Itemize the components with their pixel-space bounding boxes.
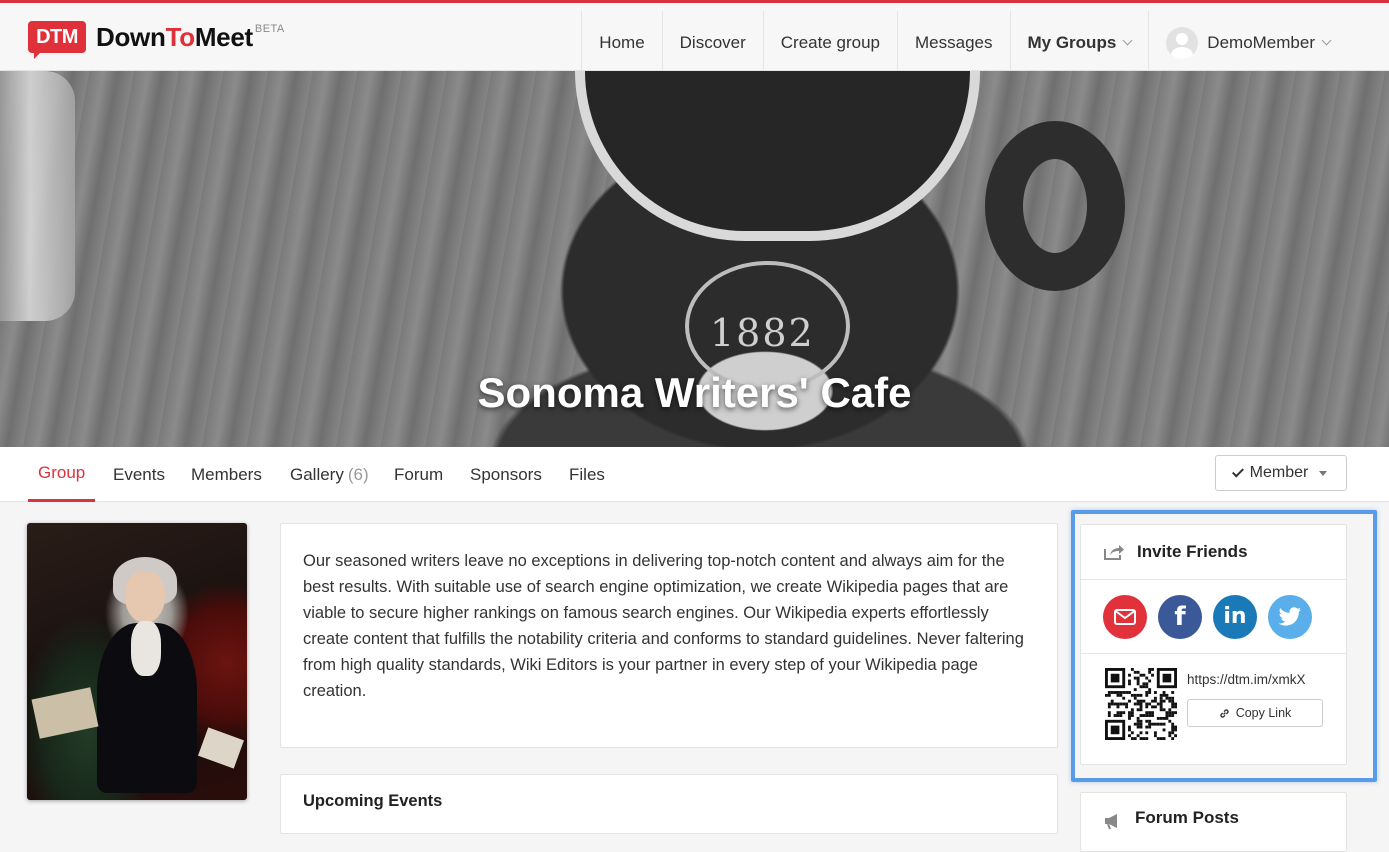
copy-link-button[interactable]: Copy Link (1187, 699, 1323, 727)
site-logo[interactable]: DTM DownToMeet BETA (28, 21, 285, 59)
tab-gallery[interactable]: Gallery (6) (290, 447, 369, 502)
beta-badge: BETA (254, 23, 285, 35)
share-link[interactable]: https://dtm.im/xmkX (1187, 672, 1306, 687)
user-name: DemoMember (1207, 32, 1315, 52)
link-icon (1220, 708, 1229, 718)
forum-posts-title: Forum Posts (1135, 808, 1239, 827)
logo-word-to: To (165, 22, 196, 52)
cup-number: 1882 (710, 311, 815, 355)
linkedin-icon[interactable]: in (1213, 594, 1257, 639)
chevron-down-icon (1122, 35, 1133, 46)
copy-link-label: Copy Link (1235, 706, 1292, 720)
glass-shape (0, 71, 75, 321)
share-link-row: https://dtm.im/xmkX Copy Link (1081, 654, 1346, 764)
nav-home[interactable]: Home (581, 11, 661, 74)
nav-discover[interactable]: Discover (661, 11, 763, 74)
portrait-face-shape (125, 571, 165, 623)
invite-friends-card: Invite Friends f in https://dtm.im/xmkX … (1080, 524, 1347, 765)
group-description: Our seasoned writers leave no exceptions… (303, 552, 1024, 700)
user-menu-dropdown[interactable]: DemoMember (1148, 11, 1347, 74)
top-navbar: DTM DownToMeet BETA Home Discover Create… (0, 0, 1389, 74)
invite-friends-header: Invite Friends (1081, 525, 1346, 580)
nav-my-groups-dropdown[interactable]: My Groups (1009, 11, 1149, 74)
tab-sponsors[interactable]: Sponsors (470, 447, 542, 502)
tab-members[interactable]: Members (191, 447, 262, 502)
nav-create-group[interactable]: Create group (762, 11, 897, 74)
group-photo[interactable] (27, 523, 247, 800)
logo-word-meet: Meet (194, 22, 253, 52)
logo-mark: DTM (28, 21, 86, 59)
logo-text: DownToMeet (96, 21, 253, 53)
invite-friends-title: Invite Friends (1137, 542, 1248, 561)
group-cover-image: 1882 Sonoma Writers' Cafe (0, 71, 1389, 447)
my-groups-label: My Groups (1027, 32, 1117, 52)
avatar (1166, 26, 1199, 59)
group-tabs: Group Events Members Gallery (6) Forum Sp… (0, 447, 1389, 502)
upcoming-events-card: Upcoming Events (280, 774, 1058, 834)
checkmark-icon (1231, 464, 1244, 478)
tab-forum[interactable]: Forum (394, 447, 443, 502)
group-title: Sonoma Writers' Cafe (477, 369, 912, 416)
caret-down-icon (1319, 470, 1328, 476)
membership-label: Member (1249, 464, 1309, 481)
cup-handle-shape (985, 121, 1125, 291)
tab-gallery-label: Gallery (290, 464, 344, 484)
tab-files[interactable]: Files (569, 447, 605, 502)
upcoming-events-title: Upcoming Events (303, 792, 443, 810)
main-nav: Home Discover Create group Messages My G… (581, 11, 1347, 74)
facebook-icon[interactable]: f (1158, 594, 1202, 639)
gallery-count: (6) (347, 464, 369, 484)
megaphone-icon (1105, 814, 1117, 830)
tab-group[interactable]: Group (28, 447, 96, 502)
logo-word-down: Down (96, 22, 166, 52)
nav-messages[interactable]: Messages (897, 11, 1009, 74)
qr-code (1105, 668, 1177, 740)
portrait-book-shape (31, 687, 99, 739)
tab-events[interactable]: Events (113, 447, 165, 502)
cup-shape (575, 71, 980, 241)
social-share-row: f in (1081, 580, 1346, 654)
chevron-down-icon (1321, 35, 1332, 46)
membership-dropdown-button[interactable]: Member (1215, 455, 1347, 491)
group-description-card: Our seasoned writers leave no exceptions… (280, 523, 1058, 748)
portrait-cravat-shape (131, 621, 161, 676)
mail-icon[interactable] (1103, 594, 1147, 639)
twitter-icon[interactable] (1268, 594, 1312, 639)
share-icon (1104, 545, 1124, 560)
forum-posts-card: Forum Posts (1080, 792, 1347, 852)
portrait-paper-shape (198, 727, 244, 769)
